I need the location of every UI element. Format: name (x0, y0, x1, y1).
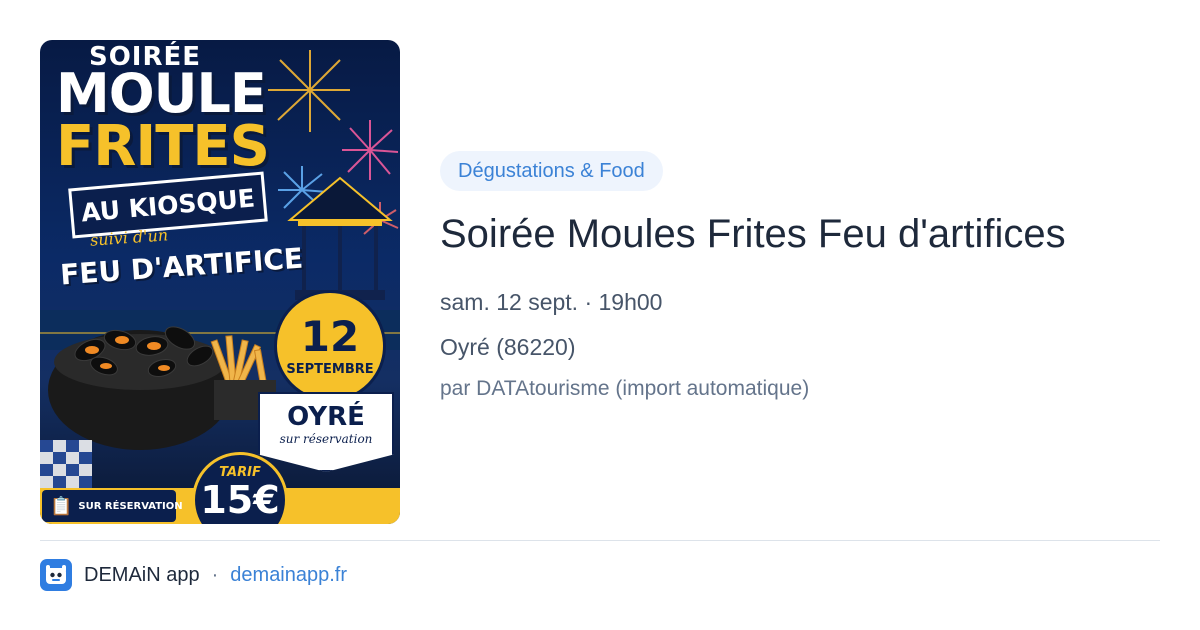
app-logo-glyph (46, 565, 66, 584)
app-url-link[interactable]: demainapp.fr (230, 564, 347, 587)
event-title[interactable]: Soirée Moules Frites Feu d'artifices (440, 212, 1066, 257)
footer-divider (40, 540, 1160, 541)
event-location: Oyré (86220) (440, 334, 576, 360)
poster-date-day: 12 (300, 311, 360, 361)
poster-reservation-text: SUR RÉSERVATION (78, 500, 183, 512)
app-logo-icon (40, 559, 72, 591)
event-poster-image[interactable]: SOIRÉE MOULE FRITES AU KIOSQUE suivi d'u… (40, 40, 400, 524)
app-name: DEMAiN app (84, 563, 200, 586)
footer: DEMAiN app · demainapp.fr (40, 558, 347, 592)
poster-frites-text: FRITES (56, 114, 270, 179)
poster-kiosque-text: AU KIOSQUE (79, 182, 257, 228)
poster-date-badge: 12 SEPTEMBRE (274, 290, 386, 402)
clipboard-icon: 📋 (50, 495, 73, 517)
category-badge[interactable]: Dégustations & Food (440, 151, 663, 191)
poster-reservation-box: 📋 SUR RÉSERVATION (42, 490, 183, 522)
poster-town-note: sur réservation (279, 432, 373, 446)
poster-price-text: 15€ (200, 478, 280, 522)
poster-date-month: SEPTEMBRE (286, 361, 374, 377)
event-datetime: sam. 12 sept. · 19h00 (440, 289, 663, 315)
poster-town-text: OYRÉ (287, 402, 365, 432)
event-source: par DATAtourisme (import automatique) (440, 377, 810, 400)
footer-separator: · (211, 563, 219, 586)
